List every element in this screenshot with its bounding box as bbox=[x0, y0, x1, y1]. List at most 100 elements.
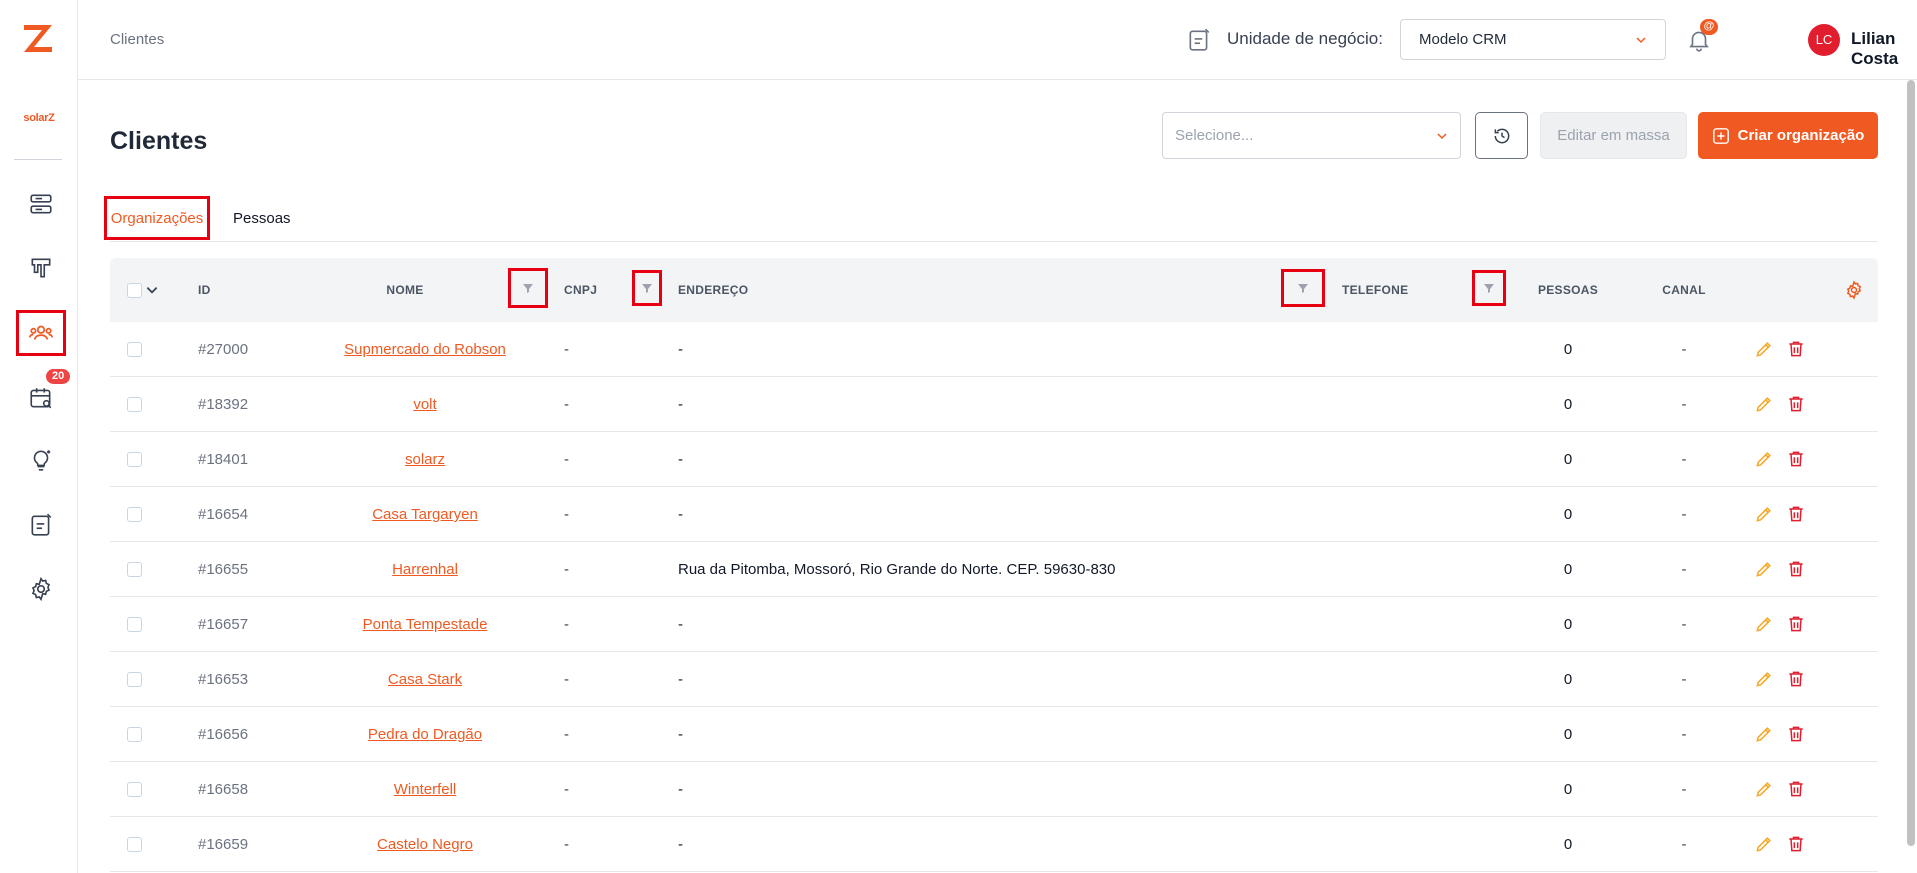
row-channel: - bbox=[1681, 671, 1687, 688]
row-checkbox[interactable] bbox=[127, 672, 142, 687]
row-name-link[interactable]: Casa Stark bbox=[388, 671, 462, 688]
table-row[interactable]: #16657 Ponta Tempestade - - 0 - bbox=[110, 597, 1878, 652]
row-channel: - bbox=[1681, 506, 1687, 523]
edit-pencil-icon[interactable] bbox=[1754, 449, 1774, 469]
phone-filter-button[interactable] bbox=[1472, 270, 1506, 306]
business-unit-doc-icon bbox=[1186, 27, 1212, 53]
table-row[interactable]: #18401 solarz - - 0 - bbox=[110, 432, 1878, 487]
edit-pencil-icon[interactable] bbox=[1754, 559, 1774, 579]
row-people: 0 bbox=[1563, 836, 1573, 853]
z-logo-icon[interactable] bbox=[20, 20, 56, 56]
table-settings-button[interactable] bbox=[1844, 258, 1864, 322]
row-checkbox[interactable] bbox=[127, 507, 142, 522]
cnpj-filter-button[interactable] bbox=[632, 270, 662, 306]
page-title: Clientes bbox=[110, 127, 208, 155]
row-checkbox[interactable] bbox=[127, 727, 142, 742]
row-checkbox[interactable] bbox=[127, 617, 142, 632]
table-row[interactable]: #16658 Winterfell - - 0 - bbox=[110, 762, 1878, 817]
sidebar-item-notes[interactable] bbox=[16, 502, 66, 548]
row-checkbox[interactable] bbox=[127, 562, 142, 577]
history-button[interactable] bbox=[1475, 112, 1528, 159]
name-filter-button[interactable] bbox=[508, 268, 548, 308]
business-unit-select[interactable]: Modelo CRM bbox=[1400, 19, 1666, 60]
row-name-link[interactable]: solarz bbox=[405, 451, 445, 468]
edit-pencil-icon[interactable] bbox=[1754, 669, 1774, 689]
delete-trash-icon[interactable] bbox=[1786, 614, 1806, 634]
column-header-channel: CANAL bbox=[1662, 283, 1706, 297]
row-address: - bbox=[678, 671, 683, 688]
top-header: Clientes Unidade de negócio: Modelo CRM … bbox=[78, 0, 1917, 80]
create-organization-button[interactable]: Criar organização bbox=[1698, 112, 1878, 159]
row-checkbox-cell bbox=[127, 542, 142, 597]
sidebar-item-settings[interactable] bbox=[16, 566, 66, 612]
calendar-search-icon bbox=[30, 388, 52, 409]
delete-trash-icon[interactable] bbox=[1786, 504, 1806, 524]
edit-pencil-icon[interactable] bbox=[1754, 339, 1774, 359]
row-checkbox[interactable] bbox=[127, 397, 142, 412]
sidebar-item-ideas[interactable] bbox=[16, 437, 66, 483]
sidebar-item-dashboard[interactable] bbox=[16, 181, 66, 227]
row-people: 0 bbox=[1563, 341, 1573, 358]
table-row[interactable]: #27000 Supmercado do Robson - - 0 - bbox=[110, 322, 1878, 377]
sidebar-item-pipeline[interactable] bbox=[16, 245, 66, 291]
row-name-link[interactable]: Pedra do Dragão bbox=[368, 726, 482, 743]
table-row[interactable]: #18392 volt - - 0 - bbox=[110, 377, 1878, 432]
row-name-link[interactable]: Winterfell bbox=[394, 781, 457, 798]
row-people: 0 bbox=[1563, 781, 1573, 798]
delete-trash-icon[interactable] bbox=[1786, 834, 1806, 854]
filter-select[interactable]: Selecione... bbox=[1162, 112, 1461, 159]
user-name[interactable]: Lilian Costa bbox=[1851, 29, 1917, 69]
row-people: 0 bbox=[1563, 506, 1573, 523]
tab-organizacoes[interactable]: Organizações bbox=[104, 196, 210, 240]
sidebar-item-clients[interactable] bbox=[16, 310, 66, 356]
row-name-link[interactable]: Supmercado do Robson bbox=[344, 341, 506, 358]
sidebar-item-calendar[interactable]: 20 bbox=[16, 369, 71, 421]
sidebar-divider bbox=[14, 159, 62, 160]
edit-pencil-icon[interactable] bbox=[1754, 614, 1774, 634]
address-filter-button[interactable] bbox=[1281, 269, 1325, 307]
row-checkbox[interactable] bbox=[127, 782, 142, 797]
select-all-checkbox[interactable] bbox=[127, 282, 142, 298]
users-group-icon bbox=[28, 325, 54, 340]
row-name-link[interactable]: Castelo Negro bbox=[377, 836, 473, 853]
row-checkbox[interactable] bbox=[127, 837, 142, 852]
delete-trash-icon[interactable] bbox=[1786, 559, 1806, 579]
delete-trash-icon[interactable] bbox=[1786, 669, 1806, 689]
chevron-down-icon[interactable] bbox=[145, 283, 159, 297]
row-name-link[interactable]: Ponta Tempestade bbox=[363, 616, 488, 633]
edit-pencil-icon[interactable] bbox=[1754, 834, 1774, 854]
table-row[interactable]: #16654 Casa Targaryen - - 0 - bbox=[110, 487, 1878, 542]
row-address: - bbox=[678, 396, 683, 413]
breadcrumb[interactable]: Clientes bbox=[110, 31, 164, 48]
row-name-link[interactable]: volt bbox=[413, 396, 436, 413]
table-row[interactable]: #16656 Pedra do Dragão - - 0 - bbox=[110, 707, 1878, 762]
delete-trash-icon[interactable] bbox=[1786, 449, 1806, 469]
page-scrollbar[interactable] bbox=[1907, 80, 1915, 846]
edit-pencil-icon[interactable] bbox=[1754, 724, 1774, 744]
row-name-link[interactable]: Casa Targaryen bbox=[372, 506, 478, 523]
row-channel: - bbox=[1681, 561, 1687, 578]
row-checkbox[interactable] bbox=[127, 452, 142, 467]
delete-trash-icon[interactable] bbox=[1786, 394, 1806, 414]
bulk-edit-button[interactable]: Editar em massa bbox=[1540, 112, 1687, 159]
calendar-count-badge: 20 bbox=[46, 369, 71, 384]
delete-trash-icon[interactable] bbox=[1786, 724, 1806, 744]
row-checkbox-cell bbox=[127, 322, 142, 377]
delete-trash-icon[interactable] bbox=[1786, 339, 1806, 359]
row-checkbox[interactable] bbox=[127, 342, 142, 357]
tab-pessoas[interactable]: Pessoas bbox=[233, 196, 291, 240]
row-name-cell: Harrenhal bbox=[235, 542, 615, 597]
lightbulb-icon bbox=[33, 450, 51, 471]
edit-pencil-icon[interactable] bbox=[1754, 779, 1774, 799]
select-all-control[interactable] bbox=[127, 258, 159, 322]
table-row[interactable]: #16659 Castelo Negro - - 0 - bbox=[110, 817, 1878, 872]
row-people: 0 bbox=[1563, 616, 1573, 633]
avatar[interactable]: LC bbox=[1808, 24, 1840, 56]
edit-pencil-icon[interactable] bbox=[1754, 504, 1774, 524]
table-row[interactable]: #16655 Harrenhal - Rua da Pitomba, Mosso… bbox=[110, 542, 1878, 597]
edit-pencil-icon[interactable] bbox=[1754, 394, 1774, 414]
delete-trash-icon[interactable] bbox=[1786, 779, 1806, 799]
row-checkbox-cell bbox=[127, 432, 142, 487]
row-name-link[interactable]: Harrenhal bbox=[392, 561, 458, 578]
table-row[interactable]: #16653 Casa Stark - - 0 - bbox=[110, 652, 1878, 707]
